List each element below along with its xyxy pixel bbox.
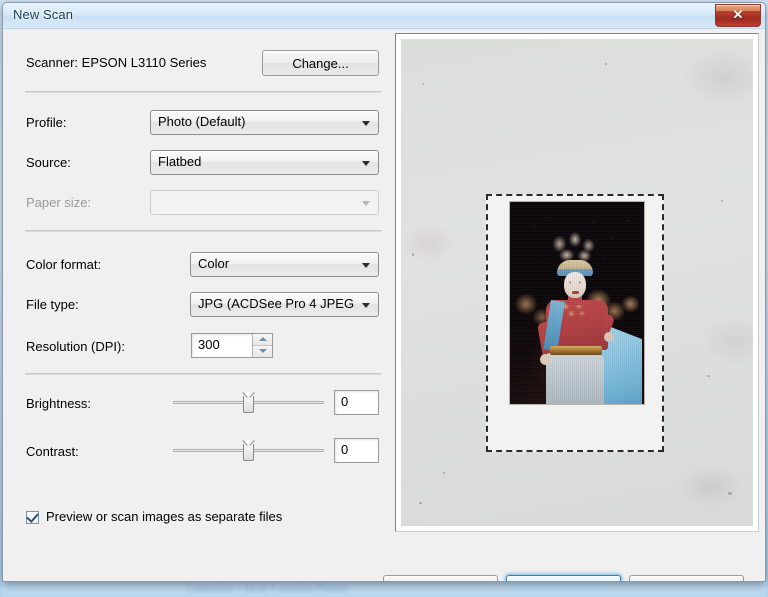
checkmark-icon [26, 510, 39, 523]
new-scan-dialog: New Scan ✕ Scanner: EPSON L3110 Series C… [2, 2, 766, 582]
change-scanner-button-label: Change... [292, 56, 349, 71]
brightness-slider-thumb[interactable] [242, 392, 254, 413]
color-format-dropdown[interactable]: Color [190, 252, 379, 277]
file-type-value: JPG (ACDSee Pro 4 JPEG Im [198, 296, 354, 311]
separate-files-checkbox-label: Preview or scan images as separate files [46, 509, 283, 524]
scanner-bed[interactable] [401, 39, 753, 526]
resolution-spinner-buttons [252, 334, 272, 357]
color-format-value: Color [198, 256, 230, 271]
scan-button[interactable]: Scan [506, 575, 621, 581]
source-value: Flatbed [158, 154, 202, 169]
dust-speck [707, 375, 711, 378]
brightness-field[interactable]: 0 [334, 390, 379, 415]
contrast-field[interactable]: 0 [334, 438, 379, 463]
scan-settings-panel: Scanner: EPSON L3110 Series Change... Pr… [3, 29, 391, 581]
brightness-slider[interactable] [173, 391, 324, 413]
spinner-down-icon [258, 349, 267, 354]
dialog-body: Scanner: EPSON L3110 Series Change... Pr… [3, 29, 765, 581]
close-button[interactable]: ✕ [715, 4, 761, 27]
contrast-value: 0 [341, 442, 349, 457]
contrast-slider-thumb[interactable] [242, 440, 254, 461]
bg-blurred-strip [0, 583, 768, 597]
preview-button[interactable]: Preview [383, 575, 498, 581]
scan-preview-panel[interactable] [395, 33, 759, 532]
contrast-label: Contrast: [26, 444, 79, 459]
title-bar[interactable]: New Scan ✕ [3, 3, 765, 29]
separate-files-checkbox[interactable] [26, 510, 39, 524]
file-type-label: File type: [26, 297, 79, 312]
dust-speck [605, 63, 608, 66]
chevron-down-icon [362, 121, 370, 126]
separator [25, 91, 381, 93]
dust-speck [422, 82, 425, 85]
dust-speck [721, 199, 724, 202]
change-scanner-button[interactable]: Change... [262, 50, 379, 76]
color-format-label: Color format: [26, 257, 102, 272]
scan-button-label: Scan [507, 576, 620, 581]
paper-size-label: Paper size: [26, 195, 92, 210]
dust-speck [443, 472, 446, 475]
scanned-photo[interactable] [510, 202, 644, 404]
chevron-down-icon [362, 201, 370, 206]
spinner-up-button[interactable] [253, 334, 272, 346]
resolution-stepper[interactable]: 300 [191, 333, 273, 358]
separator [25, 373, 381, 375]
profile-value: Photo (Default) [158, 114, 246, 129]
resolution-label: Resolution (DPI): [26, 339, 125, 354]
window-title: New Scan [13, 7, 74, 22]
profile-dropdown[interactable]: Photo (Default) [150, 110, 379, 135]
source-label: Source: [26, 155, 71, 170]
chevron-down-icon [362, 303, 370, 308]
chevron-down-icon [362, 161, 370, 166]
dust-speck [418, 501, 422, 504]
photo-sparkles [510, 202, 644, 404]
spinner-down-button[interactable] [253, 345, 272, 357]
resolution-value: 300 [198, 337, 220, 352]
cancel-button[interactable]: Cancel [629, 575, 744, 581]
brightness-label: Brightness: [26, 396, 92, 411]
selection-marquee[interactable] [486, 194, 664, 452]
paper-size-dropdown [150, 190, 379, 215]
dust-speck [411, 253, 414, 257]
close-icon: ✕ [732, 7, 744, 22]
contrast-slider[interactable] [173, 439, 324, 461]
cancel-button-label: Cancel [630, 576, 743, 581]
profile-label: Profile: [26, 115, 67, 130]
brightness-value: 0 [341, 394, 349, 409]
file-type-dropdown[interactable]: JPG (ACDSee Pro 4 JPEG Im [190, 292, 379, 317]
source-dropdown[interactable]: Flatbed [150, 150, 379, 175]
dust-speck [728, 491, 733, 495]
spinner-up-icon [258, 337, 267, 342]
chevron-down-icon [362, 263, 370, 268]
separator [25, 230, 381, 232]
bg-blurred-text: Collection • Multi Function Printer [186, 583, 349, 595]
scanner-label: Scanner: EPSON L3110 Series [26, 55, 207, 70]
preview-button-label: Preview [384, 576, 497, 581]
